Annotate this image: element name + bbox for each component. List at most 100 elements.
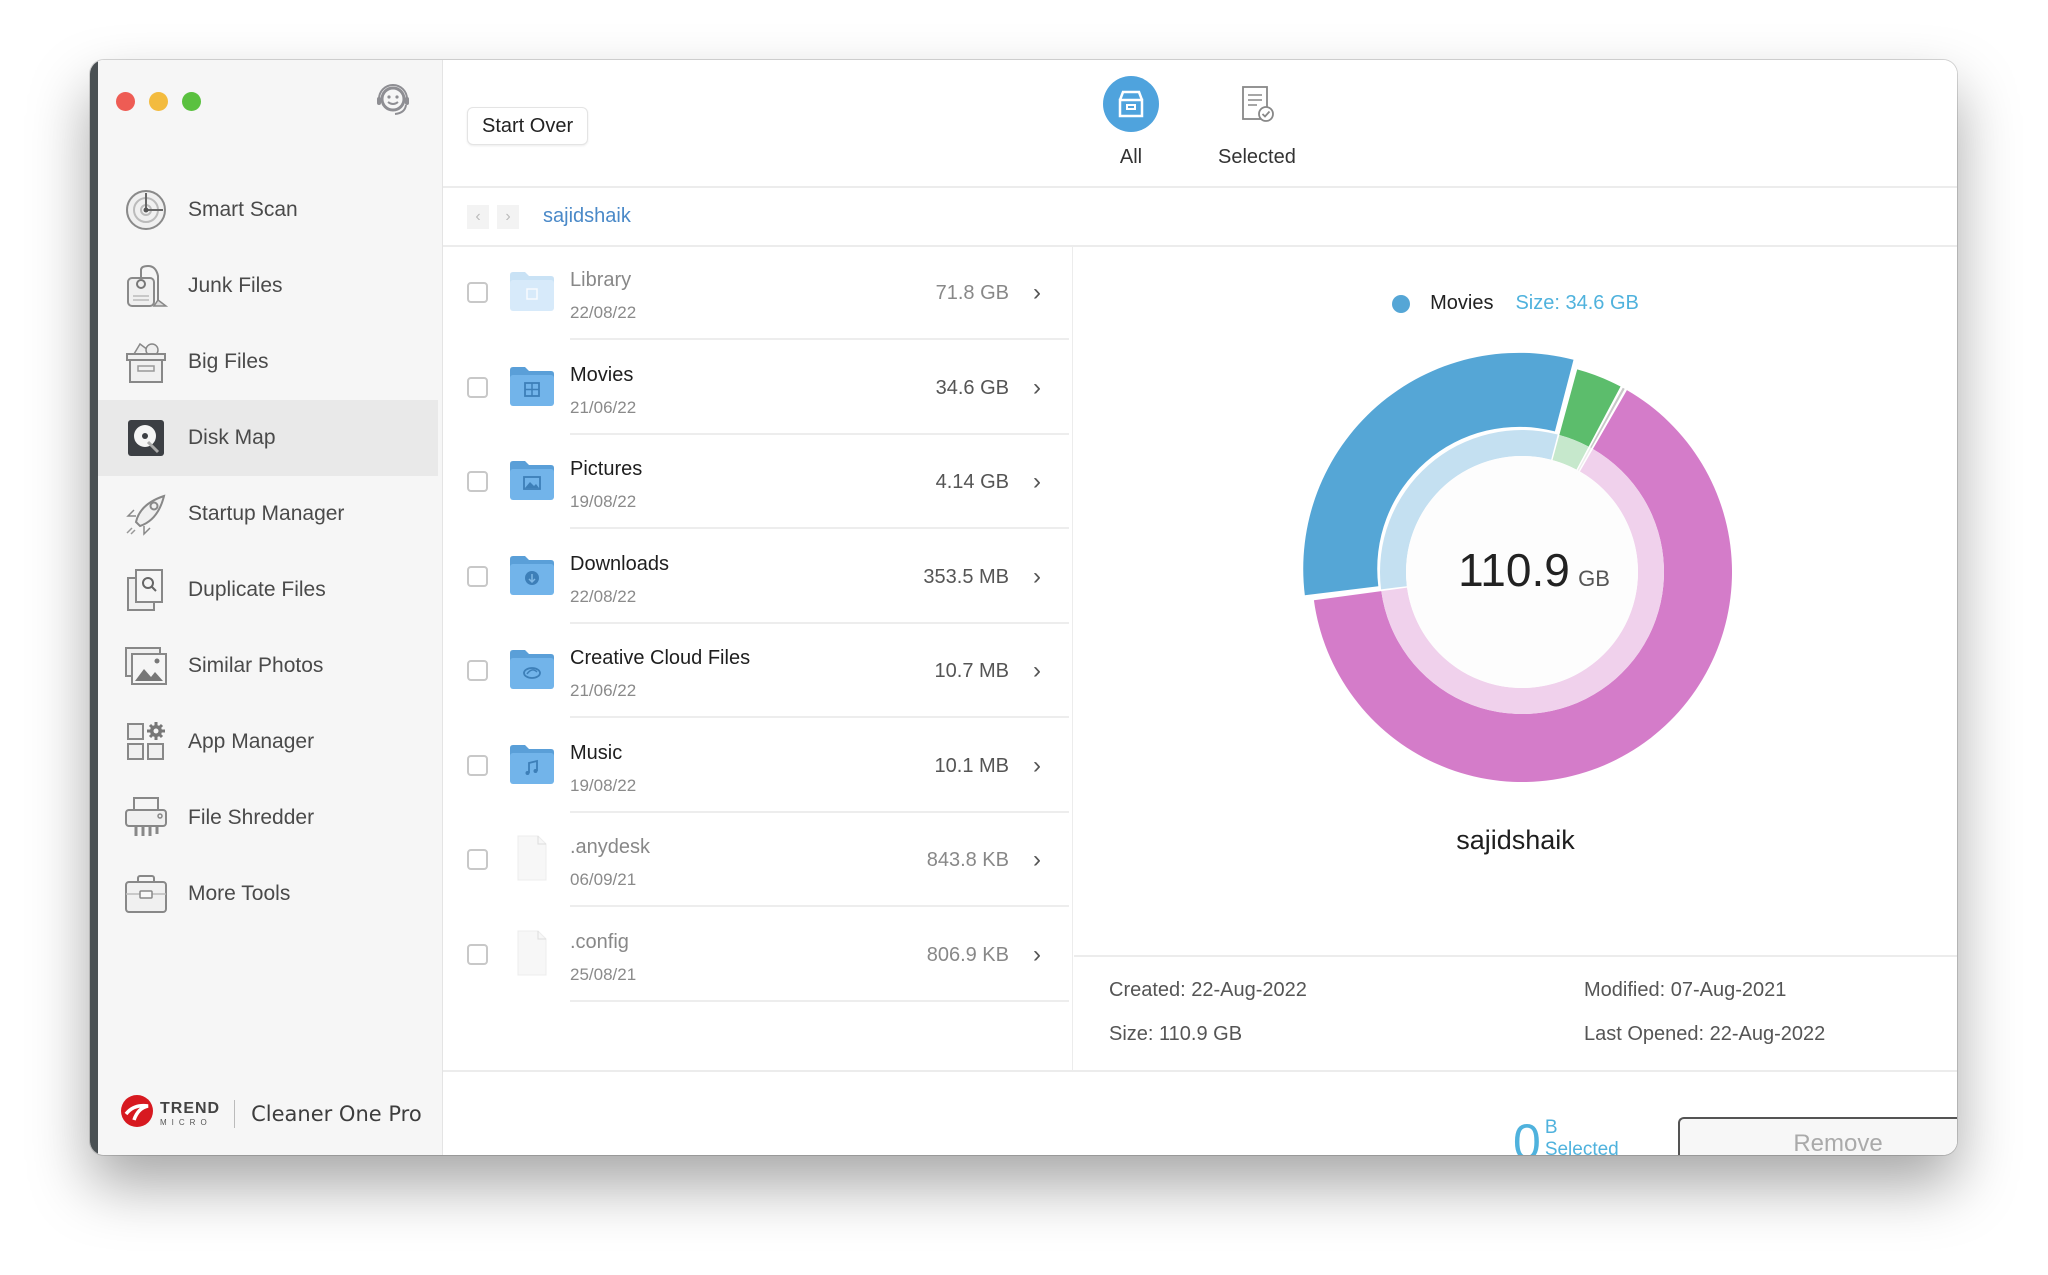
back-button[interactable]: ‹ (467, 204, 489, 229)
photos-icon (124, 644, 168, 688)
movies-folder-icon (508, 362, 556, 410)
modified-date: Modified: 07-Aug-2021 (1584, 979, 1787, 1001)
file-size: 34.6 GB (935, 376, 1009, 399)
sidebar-item-startup-manager[interactable]: Startup Manager (98, 476, 438, 552)
sidebar-item-label: File Shredder (188, 806, 315, 829)
file-size: 843.8 KB (926, 849, 1009, 871)
app-name: Cleaner One Pro (251, 1101, 422, 1126)
row-divider (570, 527, 1069, 529)
sidebar-item-label: Similar Photos (188, 654, 324, 677)
action-footer: 0 B Selected Remove (443, 1070, 1957, 1155)
created-date: Created: 22-Aug-2022 (1109, 979, 1307, 1001)
vacuum-icon (124, 264, 168, 308)
file-row[interactable]: .anydesk 06/09/21 843.8 KB › (443, 814, 1073, 907)
file-row[interactable]: .config 25/08/21 806.9 KB › (443, 909, 1073, 1002)
minimize-window-button[interactable] (149, 92, 168, 111)
chevron-right-icon[interactable]: › (1033, 846, 1041, 874)
breadcrumb-path[interactable]: sajidshaik (543, 205, 631, 228)
sidebar-item-label: Smart Scan (188, 198, 298, 221)
donut-chart[interactable]: 110.9 GB (1292, 342, 1752, 802)
sidebar-item-file-shredder[interactable]: File Shredder (98, 780, 438, 856)
file-name: .anydesk (570, 836, 651, 858)
tab-selected[interactable]: Selected (1218, 76, 1296, 169)
sidebar-item-smart-scan[interactable]: Smart Scan (98, 172, 438, 248)
file-row[interactable]: Library 22/08/22 71.8 GB › (443, 247, 1073, 340)
start-over-button[interactable]: Start Over (467, 107, 589, 145)
file-date: 22/08/22 (570, 303, 637, 322)
file-name: Movies (570, 363, 634, 386)
chart-legend: Movies Size: 34.6 GB (1074, 292, 1957, 315)
file-row[interactable]: Downloads 22/08/22 353.5 MB › (443, 531, 1073, 624)
sidebar-item-similar-photos[interactable]: Similar Photos (98, 628, 438, 704)
file-checkbox[interactable] (467, 282, 488, 303)
file-date: 19/08/22 (570, 492, 637, 511)
sidebar-item-duplicate-files[interactable]: Duplicate Files (98, 552, 438, 628)
tab-label: Selected (1218, 146, 1296, 168)
chevron-right-icon[interactable]: › (1033, 374, 1041, 402)
forward-button[interactable]: › (497, 204, 519, 229)
tab-all[interactable]: All (1103, 76, 1159, 169)
sidebar-item-label: App Manager (188, 730, 315, 753)
file-row[interactable]: Movies 21/06/22 34.6 GB › (443, 342, 1073, 435)
chevron-right-icon[interactable]: › (1033, 563, 1041, 591)
sidebar-item-junk-files[interactable]: Junk Files (98, 248, 438, 324)
row-divider (570, 716, 1069, 718)
sidebar-item-big-files[interactable]: Big Files (98, 324, 438, 400)
sidebar-nav: Smart Scan Junk Files Big Files Disk Map (98, 172, 438, 932)
toolbox-icon (124, 872, 168, 916)
sidebar: Smart Scan Junk Files Big Files Disk Map (90, 60, 443, 1155)
chevron-right-icon[interactable]: › (1033, 468, 1041, 496)
sidebar-item-disk-map[interactable]: Disk Map (98, 400, 438, 476)
file-checkbox[interactable] (467, 660, 488, 681)
shredder-icon (124, 796, 168, 840)
sidebar-item-label: Big Files (188, 350, 269, 373)
remove-button[interactable]: Remove (1678, 1117, 1957, 1155)
file-row[interactable]: Creative Cloud Files 21/06/22 10.7 MB › (443, 625, 1073, 718)
sidebar-item-label: Startup Manager (188, 502, 345, 525)
sidebar-item-label: Junk Files (188, 274, 283, 297)
sidebar-item-more-tools[interactable]: More Tools (98, 856, 438, 932)
file-checkbox[interactable] (467, 943, 488, 965)
donut-center-unit: GB (1578, 566, 1610, 591)
selected-size-unit: B (1544, 1117, 1558, 1138)
close-window-button[interactable] (116, 92, 135, 111)
music-folder-icon (508, 740, 556, 788)
library-folder-icon (508, 267, 556, 315)
radar-icon (124, 188, 168, 232)
file-name: Music (570, 741, 623, 764)
chevron-right-icon[interactable]: › (1033, 279, 1041, 307)
apps-gear-icon (124, 720, 168, 764)
sidebar-item-app-manager[interactable]: App Manager (98, 704, 438, 780)
toolbar: Start Over All Selected (443, 60, 1957, 188)
file-row[interactable]: Music 19/08/22 10.1 MB › (443, 720, 1073, 813)
row-divider (570, 621, 1069, 624)
file-checkbox[interactable] (467, 471, 488, 492)
row-divider (570, 338, 1069, 340)
folder-owner-name: sajidshaik (1456, 825, 1575, 855)
file-date: 21/06/22 (570, 681, 637, 700)
sidebar-item-label: Duplicate Files (188, 578, 326, 601)
support-headset-icon[interactable] (373, 80, 413, 120)
row-divider (570, 810, 1069, 813)
file-checkbox[interactable] (467, 376, 488, 398)
file-icon (508, 834, 556, 882)
file-checkbox[interactable] (467, 565, 488, 587)
folder-details: Created: 22-Aug-2022 Size: 110.9 GB Modi… (1074, 957, 1957, 1070)
chevron-right-icon[interactable]: › (1033, 752, 1041, 780)
selected-size: 0 B Selected (1513, 1117, 1619, 1155)
legend-name: Movies (1430, 292, 1494, 314)
brand-line-1: TREND (160, 1099, 221, 1117)
row-divider (570, 432, 1069, 435)
row-divider (570, 999, 1069, 1002)
downloads-folder-icon (508, 551, 556, 599)
chevron-right-icon[interactable]: › (1033, 941, 1041, 969)
file-checkbox[interactable] (467, 849, 488, 870)
file-size: 10.1 MB (934, 754, 1009, 777)
file-checkbox[interactable] (467, 754, 488, 776)
zoom-window-button[interactable] (182, 92, 201, 111)
main-panel: Start Over All Selected ‹ › sajidshaik L… (443, 60, 1957, 1155)
file-row[interactable]: Pictures 19/08/22 4.14 GB › (443, 436, 1073, 529)
chevron-right-icon[interactable]: › (1033, 657, 1041, 685)
last-opened-date: Last Opened: 22-Aug-2022 (1584, 1023, 1826, 1045)
selected-size-label: Selected (1544, 1139, 1619, 1155)
